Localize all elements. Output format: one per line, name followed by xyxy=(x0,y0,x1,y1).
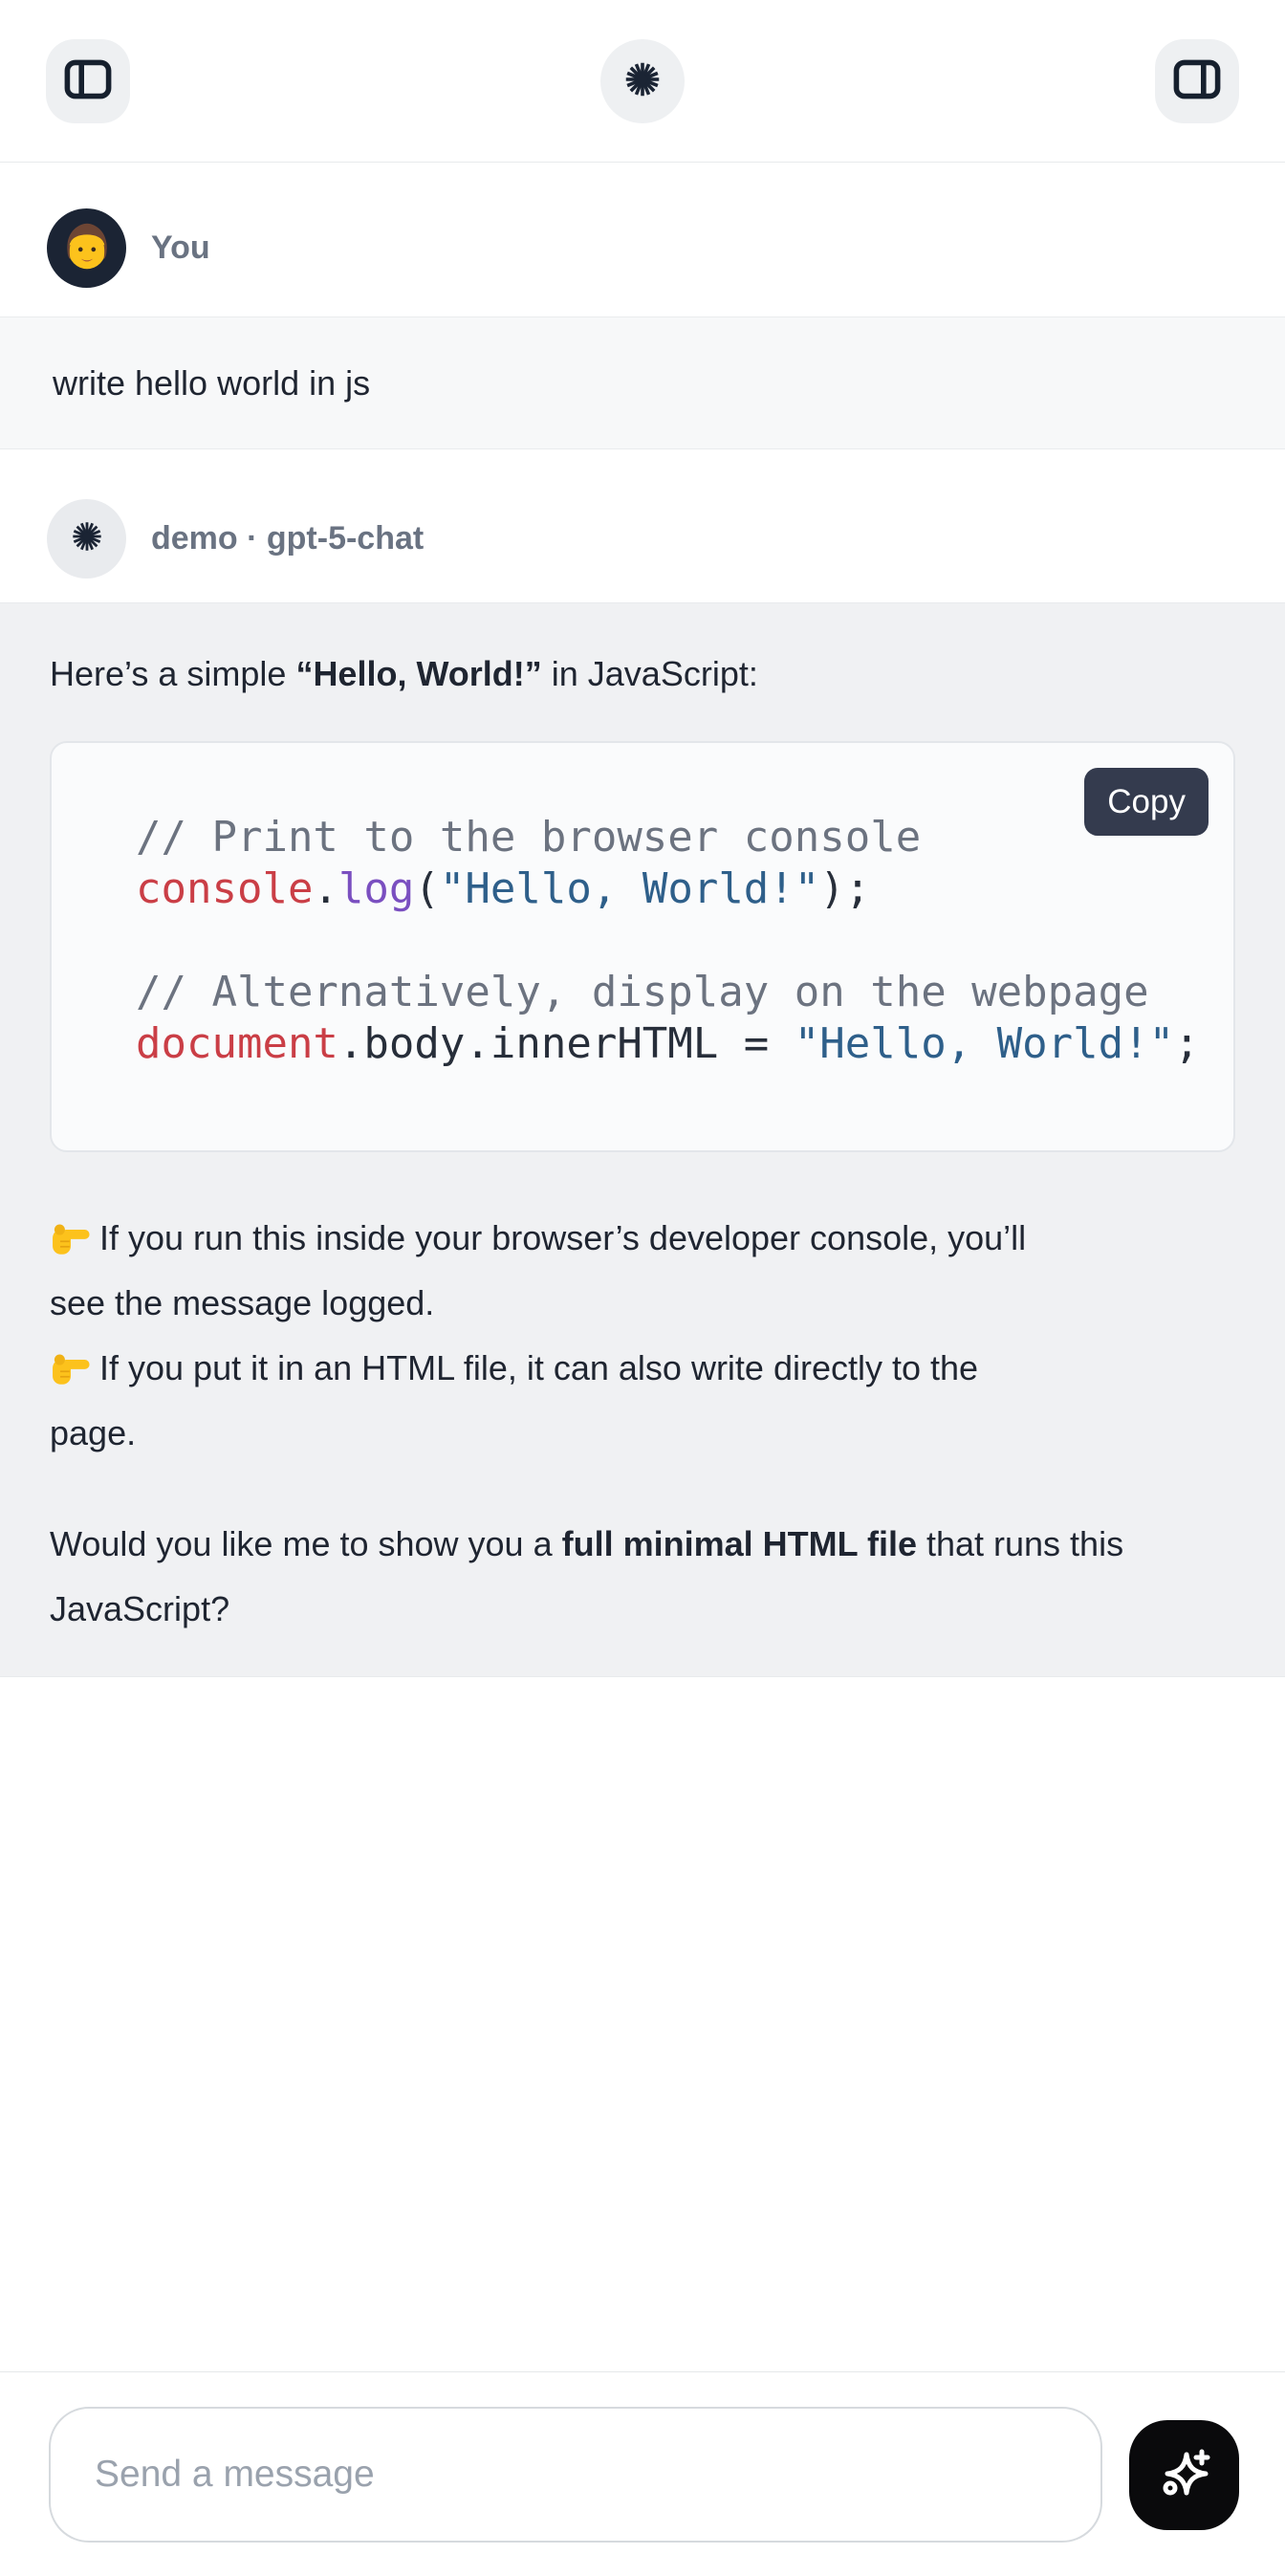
assistant-outro-text: Would you like me to show you a full min… xyxy=(50,1512,1235,1642)
person-emoji-icon xyxy=(57,216,117,280)
panel-right-icon xyxy=(1172,56,1222,105)
note-line: If you put it in an HTML file, it can al… xyxy=(50,1336,1235,1401)
app-logo-button[interactable] xyxy=(600,39,685,123)
sparkle-icon xyxy=(1154,2443,1215,2507)
user-author-label: You xyxy=(151,229,210,267)
message-input[interactable] xyxy=(49,2407,1102,2543)
user-turn-header: You xyxy=(0,208,1285,288)
note-line: page. xyxy=(50,1401,1235,1466)
user-avatar xyxy=(47,208,126,288)
pointing-right-icon xyxy=(50,1346,92,1388)
toggle-left-panel-button[interactable] xyxy=(46,39,130,123)
assistant-message: Here’s a simple “Hello, World!” in JavaS… xyxy=(0,602,1285,1677)
user-message-text: write hello world in js xyxy=(53,363,370,404)
note-line: see the message logged. xyxy=(50,1271,1235,1336)
blank-code-line xyxy=(136,915,1210,967)
top-bar xyxy=(0,0,1285,163)
toggle-right-panel-button[interactable] xyxy=(1155,39,1239,123)
starburst-icon xyxy=(621,57,664,104)
assistant-turn-header: demo · gpt-5-chat xyxy=(0,499,1285,579)
chat-app: You write hello world in js xyxy=(0,0,1285,2576)
user-message: write hello world in js xyxy=(0,317,1285,449)
code-content: // Print to the browser console console.… xyxy=(136,812,1210,1070)
code-block: Copy // Print to the browser console con… xyxy=(50,741,1235,1152)
starburst-icon xyxy=(67,516,107,561)
assistant-avatar xyxy=(47,499,126,579)
send-button[interactable] xyxy=(1129,2420,1239,2530)
composer-bar xyxy=(0,2371,1285,2576)
assistant-notes: If you run this inside your browser’s de… xyxy=(50,1206,1235,1466)
note-line: If you run this inside your browser’s de… xyxy=(50,1206,1235,1271)
copy-code-button[interactable]: Copy xyxy=(1084,768,1209,836)
assistant-intro-text: Here’s a simple “Hello, World!” in JavaS… xyxy=(50,642,1235,707)
panel-left-icon xyxy=(63,56,113,105)
pointing-right-icon xyxy=(50,1216,92,1258)
assistant-author-label: demo · gpt-5-chat xyxy=(151,520,424,557)
chat-scroll-area: You write hello world in js xyxy=(0,163,1285,2371)
